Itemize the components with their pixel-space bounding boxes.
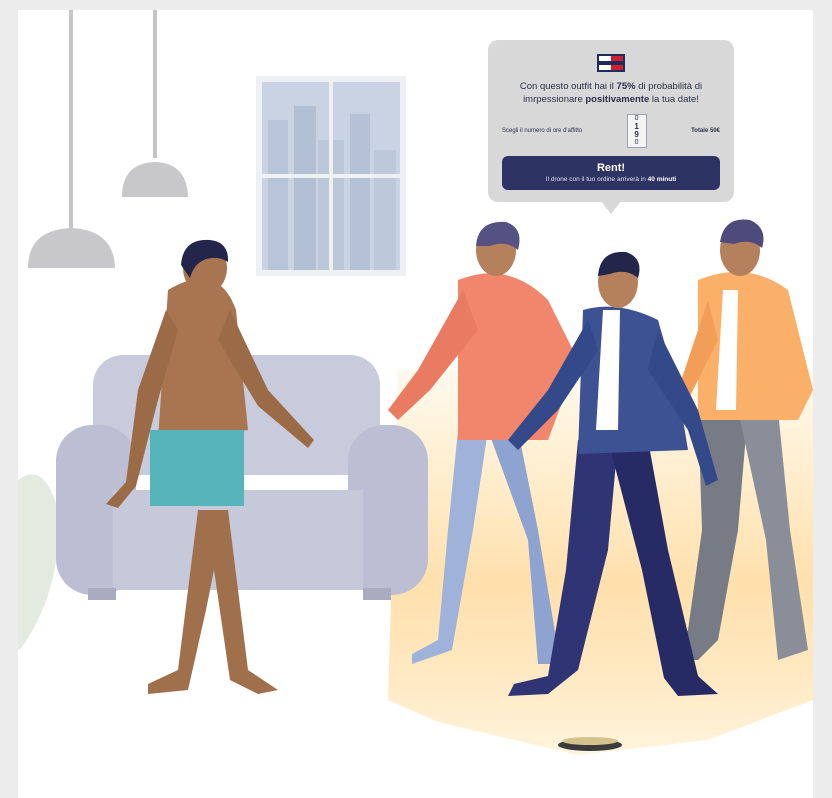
recommendation-bubble: Con questo outfit hai il 75% di probabil… — [488, 40, 734, 202]
window — [256, 76, 406, 276]
total-value: 50€ — [709, 128, 720, 134]
rent-button-label: Rent! — [596, 162, 626, 174]
hours-current-value-2: 9 — [634, 130, 639, 139]
hours-next-value: 0 — [634, 139, 639, 146]
rent-button-subtext: Il drone con il tuo ordine arriverà in 4… — [545, 176, 677, 183]
hours-label: Scegli il numero di ore d'affitto — [502, 128, 583, 134]
recommendation-message: Con questo outfit hai il 75% di probabil… — [519, 81, 703, 105]
tommy-flag-icon — [597, 54, 625, 72]
hours-stepper[interactable]: 0 1 9 0 — [626, 114, 647, 148]
bubble-tail — [600, 200, 622, 214]
plant — [18, 474, 59, 650]
hours-row: Scegli il numero di ore d'affitto 0 1 9 … — [502, 114, 720, 148]
rent-button[interactable]: Rent! Il drone con il tuo ordine arriver… — [502, 156, 720, 190]
total: Totale 50€ — [691, 128, 720, 134]
hanging-lamps — [28, 10, 188, 268]
illustration-scene: Con questo outfit hai il 75% di probabil… — [18, 10, 813, 798]
